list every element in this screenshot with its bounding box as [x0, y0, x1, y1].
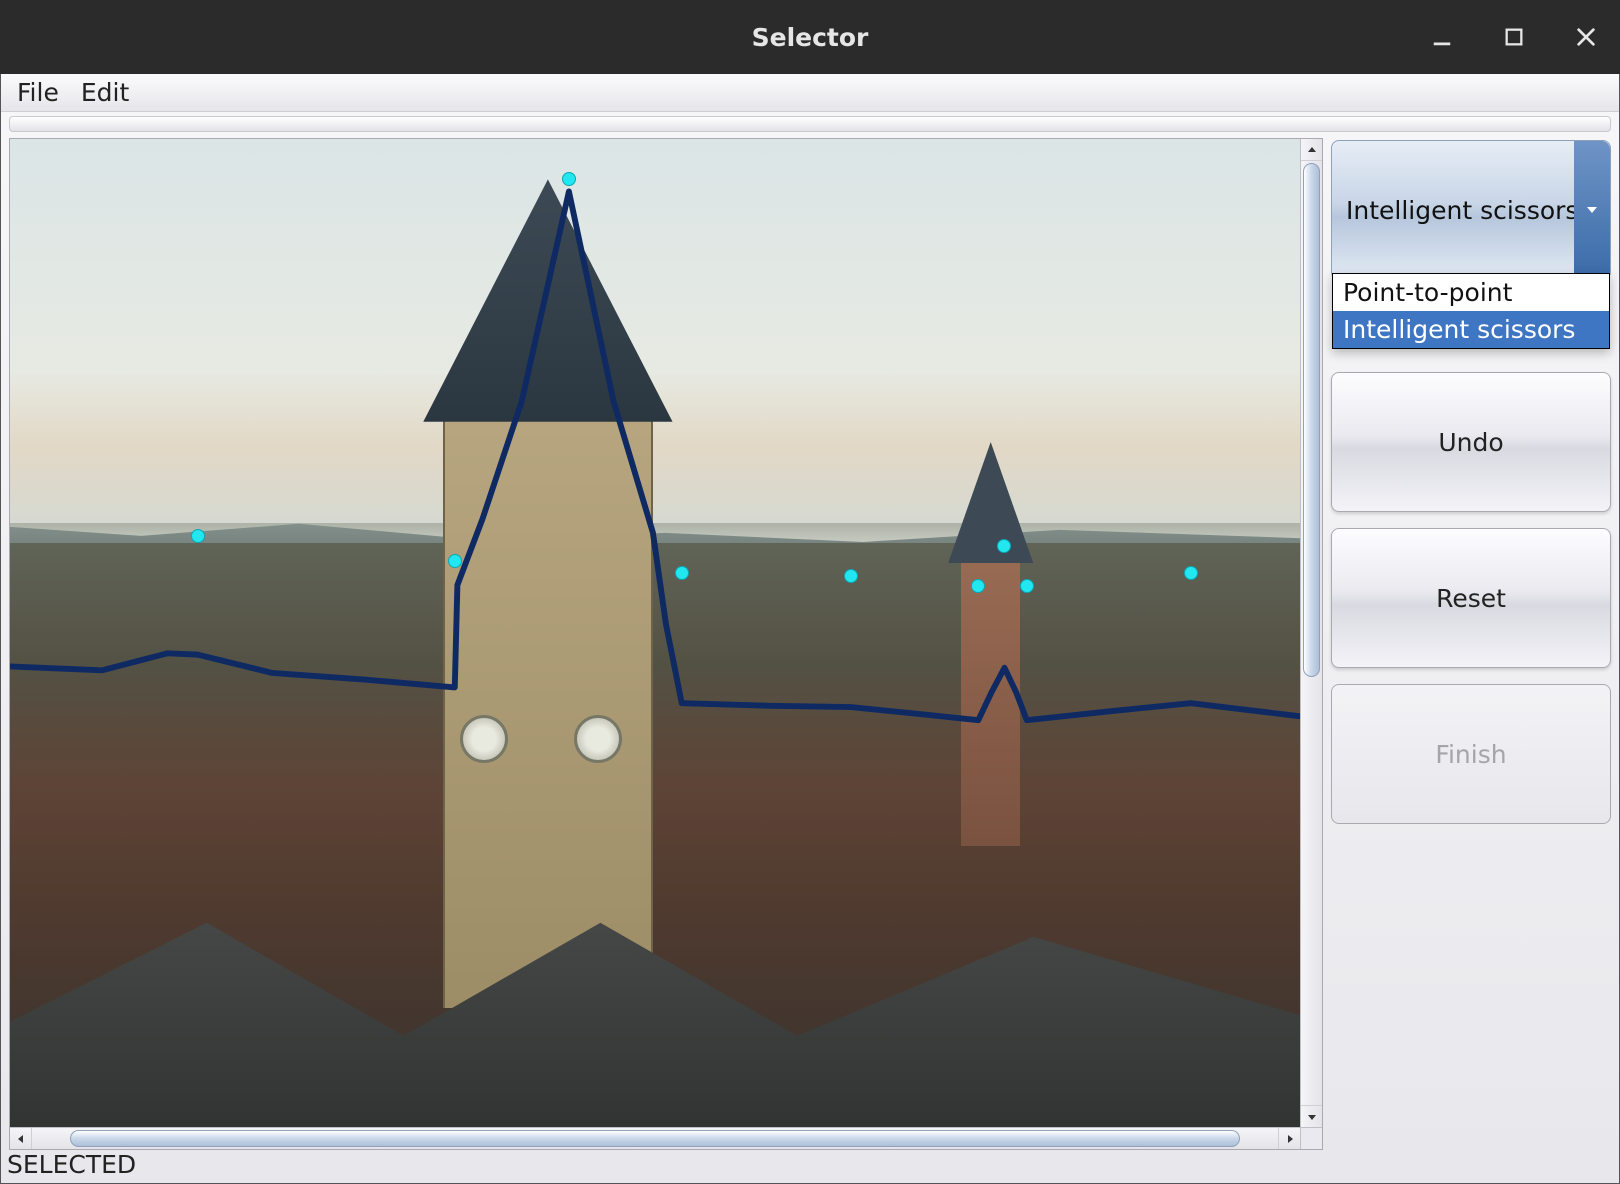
finish-label: Finish [1435, 740, 1506, 769]
status-text: SELECTED [7, 1150, 136, 1179]
chevron-down-icon [1585, 203, 1599, 217]
tool-dropdown[interactable]: Intelligent scissors Point-to-point Inte… [1331, 140, 1611, 280]
menu-file[interactable]: File [13, 76, 63, 109]
scroll-right-button[interactable] [1278, 1128, 1300, 1150]
selection-node[interactable] [191, 529, 205, 543]
selection-node[interactable] [675, 566, 689, 580]
chevron-right-icon [1284, 1133, 1296, 1145]
sky-region [10, 139, 1322, 523]
close-button[interactable] [1568, 19, 1604, 55]
clock-face-east [574, 715, 622, 763]
side-panel: Intelligent scissors Point-to-point Inte… [1331, 138, 1611, 1150]
chevron-up-icon [1306, 144, 1318, 156]
vertical-scroll-thumb[interactable] [1303, 163, 1320, 677]
selection-node[interactable] [448, 554, 462, 568]
selection-node[interactable] [997, 539, 1011, 553]
canvas-frame [9, 138, 1323, 1150]
selection-node[interactable] [844, 569, 858, 583]
maximize-button[interactable] [1496, 19, 1532, 55]
app-window: Selector File Edit [0, 0, 1620, 1184]
reset-button[interactable]: Reset [1331, 528, 1611, 668]
clock-face-west [460, 715, 508, 763]
reset-label: Reset [1436, 584, 1506, 613]
tool-dropdown-label: Intelligent scissors [1346, 196, 1578, 225]
selection-node[interactable] [1184, 566, 1198, 580]
undo-label: Undo [1438, 428, 1503, 457]
window-title: Selector [752, 23, 869, 52]
client-area: File Edit [0, 74, 1620, 1184]
chevron-down-icon [1306, 1111, 1318, 1123]
menubar: File Edit [1, 74, 1619, 112]
undo-button[interactable]: Undo [1331, 372, 1611, 512]
window-controls [1424, 0, 1604, 74]
finish-button[interactable]: Finish [1331, 684, 1611, 824]
horizontal-scrollbar[interactable] [10, 1127, 1300, 1149]
menu-edit[interactable]: Edit [77, 76, 133, 109]
scroll-corner [1300, 1127, 1322, 1149]
minimize-button[interactable] [1424, 19, 1460, 55]
selection-node[interactable] [971, 579, 985, 593]
chevron-left-icon [15, 1133, 27, 1145]
scroll-down-button[interactable] [1301, 1105, 1322, 1127]
status-bar: SELECTED [1, 1150, 1619, 1183]
close-icon [1575, 26, 1597, 48]
scroll-left-button[interactable] [10, 1128, 32, 1150]
scroll-up-button[interactable] [1301, 139, 1322, 161]
tool-dropdown-caret[interactable] [1574, 141, 1610, 279]
tool-option-intelligent-scissors[interactable]: Intelligent scissors [1333, 311, 1609, 348]
vertical-scrollbar[interactable] [1300, 139, 1322, 1127]
maximize-icon [1503, 26, 1525, 48]
titlebar[interactable]: Selector [0, 0, 1620, 74]
small-tower-body [961, 543, 1020, 846]
clock-tower-body [443, 402, 653, 1008]
workarea: Intelligent scissors Point-to-point Inte… [1, 138, 1619, 1150]
canvas[interactable] [10, 139, 1322, 1149]
selection-node[interactable] [1020, 579, 1034, 593]
tool-dropdown-list[interactable]: Point-to-point Intelligent scissors [1332, 273, 1610, 349]
selection-node[interactable] [562, 172, 576, 186]
image-placeholder [10, 139, 1322, 1149]
toolbar-separator [9, 116, 1611, 132]
horizontal-scroll-thumb[interactable] [70, 1130, 1240, 1147]
minimize-icon [1431, 26, 1453, 48]
tool-option-point-to-point[interactable]: Point-to-point [1333, 274, 1609, 311]
